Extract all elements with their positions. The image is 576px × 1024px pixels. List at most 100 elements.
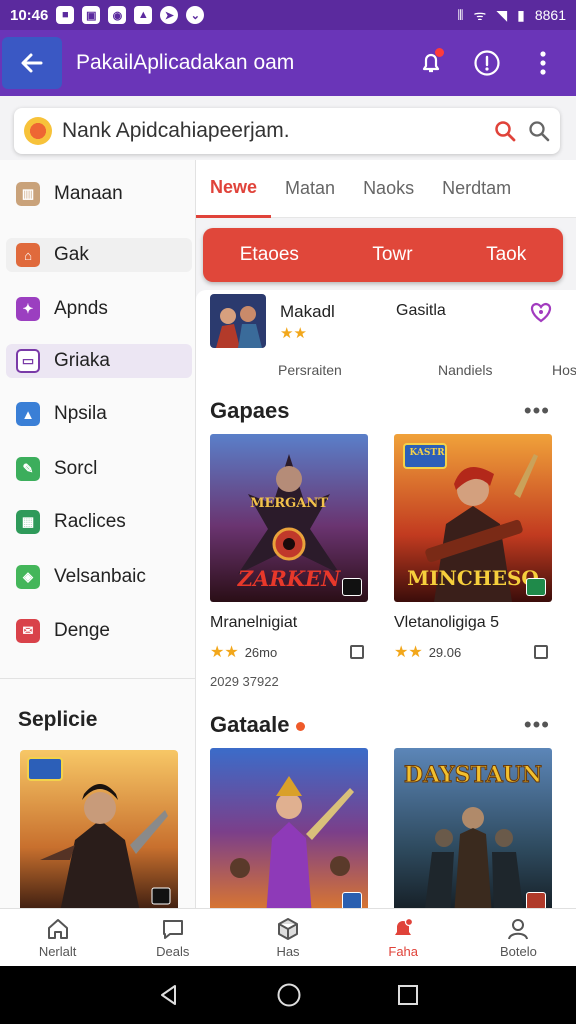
- bell-icon: [395, 917, 414, 935]
- mail-icon: ✉: [16, 619, 40, 643]
- back-button[interactable]: [2, 37, 62, 89]
- sidebar-item-label: Npsila: [54, 403, 107, 424]
- more-button[interactable]: •••: [524, 712, 550, 738]
- rating-stars: ★★: [394, 644, 423, 661]
- notification-dot: [435, 48, 444, 57]
- info-icon: [474, 50, 500, 76]
- chart-icon: ▥: [16, 182, 40, 206]
- game-cover-image: KASTR MINCHESO: [394, 434, 552, 602]
- sidebar-item-label: Manaan: [54, 183, 123, 204]
- sidebar-item-label: Apnds: [54, 298, 108, 319]
- tab-matan[interactable]: Matan: [271, 160, 349, 218]
- game-title: Mranelnigiat: [210, 614, 298, 631]
- sidebar-item-gak[interactable]: ⌂ Gak: [6, 238, 192, 272]
- game-badge-icon: [526, 892, 546, 908]
- status-time: 10:46: [10, 6, 49, 24]
- sidebar-item-label: Sorcl: [54, 458, 98, 479]
- bottom-nav-faha[interactable]: Faha: [346, 909, 461, 966]
- segment-towr[interactable]: Towr: [372, 244, 412, 266]
- system-home-icon[interactable]: [276, 982, 302, 1008]
- system-back-icon[interactable]: [157, 983, 181, 1007]
- tab-nerdtam[interactable]: Nerdtam: [428, 160, 525, 218]
- game-logo-text: MERGANT: [250, 496, 328, 511]
- apps-icon: ✦: [16, 297, 40, 321]
- featured-thumbnail: [210, 294, 266, 348]
- hot-indicator-icon: [295, 721, 305, 731]
- sidebar-item-raclices[interactable]: ▦ Raclices: [6, 505, 192, 539]
- game-card[interactable]: [210, 748, 368, 908]
- sidebar-item-sorcl[interactable]: ✎ Sorcl: [6, 452, 192, 486]
- rating-stars: ★★: [210, 644, 239, 661]
- segment-etaoes[interactable]: Etaoes: [240, 244, 299, 266]
- featured-sub-label-3: Hos: [552, 362, 576, 378]
- bottom-nav-has[interactable]: Has: [230, 909, 345, 966]
- game-cover-image: MERGANT ZARKEN: [210, 434, 368, 602]
- sidebar-item-npsila[interactable]: ▲ Npsila: [6, 397, 192, 431]
- featured-app-card[interactable]: Makadl ★★ Gasitla Persraiten Nandiels Ho…: [196, 290, 576, 386]
- app-logo-icon: [24, 117, 52, 145]
- game-card[interactable]: MERGANT ZARKEN Mranelnigiat ★★ 26mo 2029…: [210, 434, 368, 689]
- search-bar[interactable]: Nank Apidcahiapeerjam.: [14, 108, 560, 154]
- shield-notification-icon: ◉: [108, 6, 127, 24]
- app-bar: PakailAplicadakan oam: [0, 30, 576, 96]
- sidebar-item-griaka[interactable]: ▭ Griaka: [6, 344, 192, 378]
- bottom-nav-label: Has: [276, 943, 300, 959]
- more-vertical-icon: [540, 51, 546, 75]
- featured-app-name: Makadl: [280, 302, 335, 321]
- tab-newe[interactable]: Newe: [196, 160, 272, 218]
- more-button[interactable]: •••: [524, 398, 550, 424]
- bottom-nav-deals[interactable]: Deals: [115, 909, 230, 966]
- send-notification-icon: ➤: [160, 6, 179, 24]
- home-icon: ⌂: [16, 243, 40, 267]
- image-notification-icon: ▣: [82, 6, 101, 24]
- featured-sub-label-1: Persraiten: [278, 362, 342, 378]
- game-badge-icon: [342, 892, 362, 908]
- overflow-menu-button[interactable]: [528, 48, 558, 78]
- segment-bar: Etaoes Towr Taok: [203, 228, 563, 282]
- search-input[interactable]: Nank Apidcahiapeerjam.: [62, 119, 482, 143]
- game-badge-icon: [526, 578, 546, 596]
- box-icon: [278, 917, 298, 940]
- select-checkbox[interactable]: [534, 645, 548, 659]
- heart-icon[interactable]: [528, 300, 554, 324]
- section-title: Gataale: [210, 712, 305, 738]
- game-card[interactable]: DAYSTAUN: [394, 748, 552, 908]
- bottom-navigation: Nerlalt Deals Has Faha Botelo: [0, 908, 576, 966]
- game-title: Vletanoligiga 5: [394, 614, 499, 631]
- game-logo-text: KASTR: [409, 448, 445, 458]
- sidebar-item-velsanbaic[interactable]: ◈ Velsanbaic: [6, 560, 192, 594]
- mail-notification-icon: ■: [56, 6, 75, 24]
- bottom-nav-label: Nerlalt: [38, 943, 77, 959]
- sidebar-game-card[interactable]: [20, 750, 178, 912]
- search-icon[interactable]: [528, 120, 550, 142]
- bottom-nav-label: Faha: [388, 943, 419, 959]
- bottom-nav-profile[interactable]: Botelo: [461, 909, 576, 966]
- info-button[interactable]: [472, 48, 502, 78]
- featured-sub-label-2: Nandiels: [438, 362, 493, 378]
- system-navigation-bar: [0, 966, 576, 1024]
- select-checkbox[interactable]: [350, 645, 364, 659]
- system-recents-icon[interactable]: [397, 984, 419, 1006]
- sidebar-item-label: Gak: [54, 244, 89, 265]
- message-icon: [162, 919, 183, 939]
- sidebar-item-manaan[interactable]: ▥ Manaan: [6, 177, 192, 211]
- notifications-button[interactable]: [416, 48, 446, 78]
- tag-icon: ✎: [16, 457, 40, 481]
- status-notification-icons: ■ ▣ ◉ ▲ ➤ ⌄: [56, 6, 205, 24]
- search-red-icon[interactable]: [494, 120, 516, 142]
- game-extra-info: 2029 37922: [210, 674, 279, 689]
- tab-naoks[interactable]: Naoks: [349, 160, 428, 218]
- status-bar: 10:46 ■ ▣ ◉ ▲ ➤ ⌄ ⦀ ᯤ ◥ ▮ 8861: [0, 0, 576, 30]
- sidebar-section-heading: Seplicie: [18, 708, 98, 731]
- sidebar-item-apnds[interactable]: ✦ Apnds: [6, 292, 192, 326]
- game-art-title: DAYSTAUN: [403, 762, 543, 789]
- triangle-icon: ▲: [16, 402, 40, 426]
- bottom-nav-home[interactable]: Nerlalt: [0, 909, 115, 966]
- warrior-artwork-image: [20, 750, 178, 912]
- game-card[interactable]: KASTR MINCHESO Vletanoligiga 5 ★★ 29.06: [394, 434, 552, 662]
- sidebar-item-denge[interactable]: ✉ Denge: [6, 614, 192, 648]
- app-title: PakailAplicadakan oam: [76, 51, 295, 74]
- arrow-left-icon: [21, 53, 43, 73]
- battery-icon: ▮: [517, 6, 525, 23]
- segment-taok[interactable]: Taok: [486, 244, 526, 266]
